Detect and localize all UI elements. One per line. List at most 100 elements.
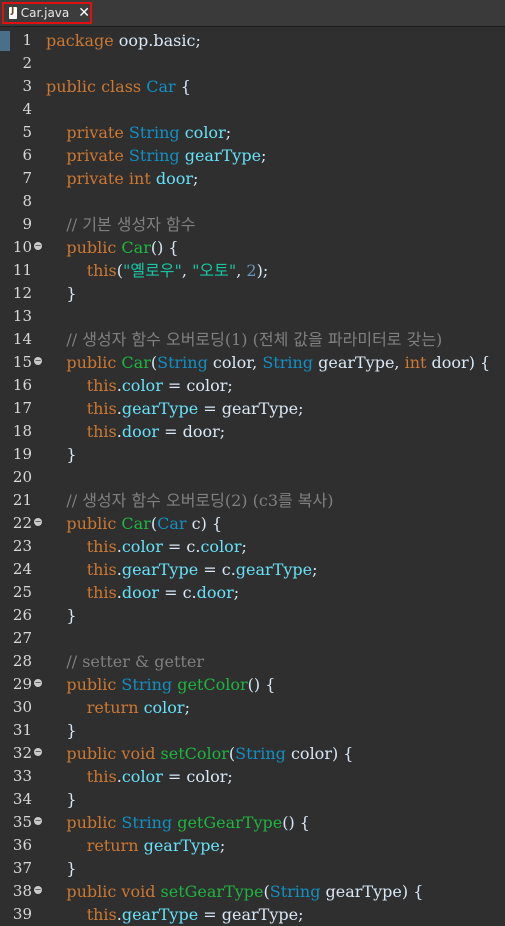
- code-text: }: [46, 604, 76, 627]
- editor-tab-bar: J Car.java ✕: [0, 0, 505, 27]
- code-text: }: [46, 857, 76, 880]
- code-token: color,: [212, 353, 263, 372]
- code-line[interactable]: 31 }: [0, 719, 505, 742]
- code-line[interactable]: 17 this.gearType = gearType;: [0, 397, 505, 420]
- code-token: this: [46, 376, 117, 395]
- code-token: ;: [225, 123, 232, 142]
- code-token: Car: [146, 77, 176, 96]
- code-token: getGearType: [177, 813, 283, 832]
- code-token: this: [46, 422, 117, 441]
- code-text: public String getColor() {: [46, 673, 275, 696]
- code-line[interactable]: 15− public Car(String color, String gear…: [0, 351, 505, 374]
- code-line[interactable]: 36 return gearType;: [0, 834, 505, 857]
- fold-toggle-icon[interactable]: −: [34, 886, 42, 894]
- line-number: 18: [12, 422, 32, 440]
- code-line[interactable]: 4: [0, 98, 505, 121]
- code-token: // 생성자 함수 오버로딩(2) (c3를 복사): [46, 491, 334, 510]
- code-line[interactable]: 13: [0, 305, 505, 328]
- code-line[interactable]: 34 }: [0, 788, 505, 811]
- code-line[interactable]: 33 this.color = color;: [0, 765, 505, 788]
- line-number: 1: [22, 31, 32, 49]
- code-line[interactable]: 28 // setter & getter: [0, 650, 505, 673]
- code-line[interactable]: 1 package oop.basic;: [0, 29, 505, 52]
- code-line[interactable]: 39 this.gearType = gearType;: [0, 903, 505, 926]
- code-line[interactable]: 18 this.door = door;: [0, 420, 505, 443]
- code-token: );: [256, 261, 269, 280]
- code-token: gearType: [121, 905, 199, 924]
- code-token: }: [46, 284, 77, 303]
- code-line[interactable]: 7 private int door;: [0, 167, 505, 190]
- code-line[interactable]: 26 }: [0, 604, 505, 627]
- code-token: ,: [236, 261, 247, 280]
- code-line[interactable]: 16 this.color = color;: [0, 374, 505, 397]
- code-text: this.color = color;: [46, 765, 233, 788]
- code-line[interactable]: 27: [0, 627, 505, 650]
- line-number: 6: [22, 146, 32, 164]
- code-token: 2: [246, 261, 257, 280]
- code-token: this: [46, 399, 117, 418]
- code-token: = color;: [162, 767, 233, 786]
- code-token: String: [128, 123, 185, 142]
- code-token: gearType: [121, 560, 199, 579]
- code-line[interactable]: 2: [0, 52, 505, 75]
- code-token: ,: [181, 261, 193, 280]
- tab-car-java[interactable]: J Car.java ✕: [2, 2, 92, 24]
- code-line[interactable]: 5 private String color;: [0, 121, 505, 144]
- code-line[interactable]: 38− public void setGearType(String gearT…: [0, 880, 505, 903]
- code-line[interactable]: 32− public void setColor(String color) {: [0, 742, 505, 765]
- code-token: gearType: [184, 146, 262, 165]
- code-text: public Car(String color, String gearType…: [46, 351, 490, 374]
- code-text: public Car() {: [46, 236, 178, 259]
- code-text: // 기본 생성자 함수: [46, 213, 195, 236]
- code-line[interactable]: 35− public String getGearType() {: [0, 811, 505, 834]
- code-line[interactable]: 3 public class Car {: [0, 75, 505, 98]
- code-token: = color;: [162, 376, 233, 395]
- line-number: 7: [22, 169, 32, 187]
- fold-toggle-icon[interactable]: −: [34, 357, 42, 365]
- code-editor[interactable]: 1 package oop.basic; 2 3 public class Car {4…: [0, 27, 505, 925]
- fold-toggle-icon[interactable]: −: [34, 679, 42, 687]
- line-number: 29: [12, 675, 32, 693]
- code-line[interactable]: 22− public Car(Car c) {: [0, 512, 505, 535]
- code-token: public: [46, 514, 122, 533]
- code-line[interactable]: 10− public Car() {: [0, 236, 505, 259]
- code-token: {: [175, 77, 191, 96]
- code-line[interactable]: 8: [0, 190, 505, 213]
- code-line[interactable]: 25 this.door = c.door;: [0, 581, 505, 604]
- fold-toggle-icon[interactable]: −: [34, 518, 42, 526]
- code-line[interactable]: 21 // 생성자 함수 오버로딩(2) (c3를 복사): [0, 489, 505, 512]
- fold-toggle-icon[interactable]: −: [34, 817, 42, 825]
- line-number: 5: [22, 123, 32, 141]
- code-token: color: [121, 767, 163, 786]
- code-token: }: [46, 790, 77, 809]
- code-token: gearType: [121, 399, 199, 418]
- line-number: 28: [12, 652, 32, 670]
- code-token: ;: [241, 537, 247, 556]
- code-line[interactable]: 9 // 기본 생성자 함수: [0, 213, 505, 236]
- close-icon[interactable]: ✕: [78, 6, 90, 20]
- code-line[interactable]: 19 }: [0, 443, 505, 466]
- code-text: public Car(Car c) {: [46, 512, 222, 535]
- line-number: 4: [22, 100, 32, 118]
- fold-toggle-icon[interactable]: −: [34, 748, 42, 756]
- line-number: 11: [12, 261, 32, 279]
- code-text: // 생성자 함수 오버로딩(2) (c3를 복사): [46, 489, 333, 512]
- code-line[interactable]: 37 }: [0, 857, 505, 880]
- code-token: "오토": [192, 261, 237, 280]
- code-line[interactable]: 11 this("옐로우", "오토", 2);: [0, 259, 505, 282]
- code-line[interactable]: 20: [0, 466, 505, 489]
- code-line[interactable]: 14 // 생성자 함수 오버로딩(1) (전체 값을 파라미터로 갖는): [0, 328, 505, 351]
- code-text: }: [46, 282, 77, 305]
- code-token: "옐로우": [123, 261, 182, 280]
- code-line[interactable]: 23 this.color = c.color;: [0, 535, 505, 558]
- code-token: package: [46, 31, 119, 50]
- code-line[interactable]: 30 return color;: [0, 696, 505, 719]
- code-token: color: [200, 537, 242, 556]
- code-line[interactable]: 29− public String getColor() {: [0, 673, 505, 696]
- code-token: public void: [46, 882, 161, 901]
- code-line[interactable]: 12 }: [0, 282, 505, 305]
- fold-toggle-icon[interactable]: −: [34, 242, 42, 250]
- code-token: gearType) {: [325, 882, 424, 901]
- code-line[interactable]: 24 this.gearType = c.gearType;: [0, 558, 505, 581]
- code-line[interactable]: 6 private String gearType;: [0, 144, 505, 167]
